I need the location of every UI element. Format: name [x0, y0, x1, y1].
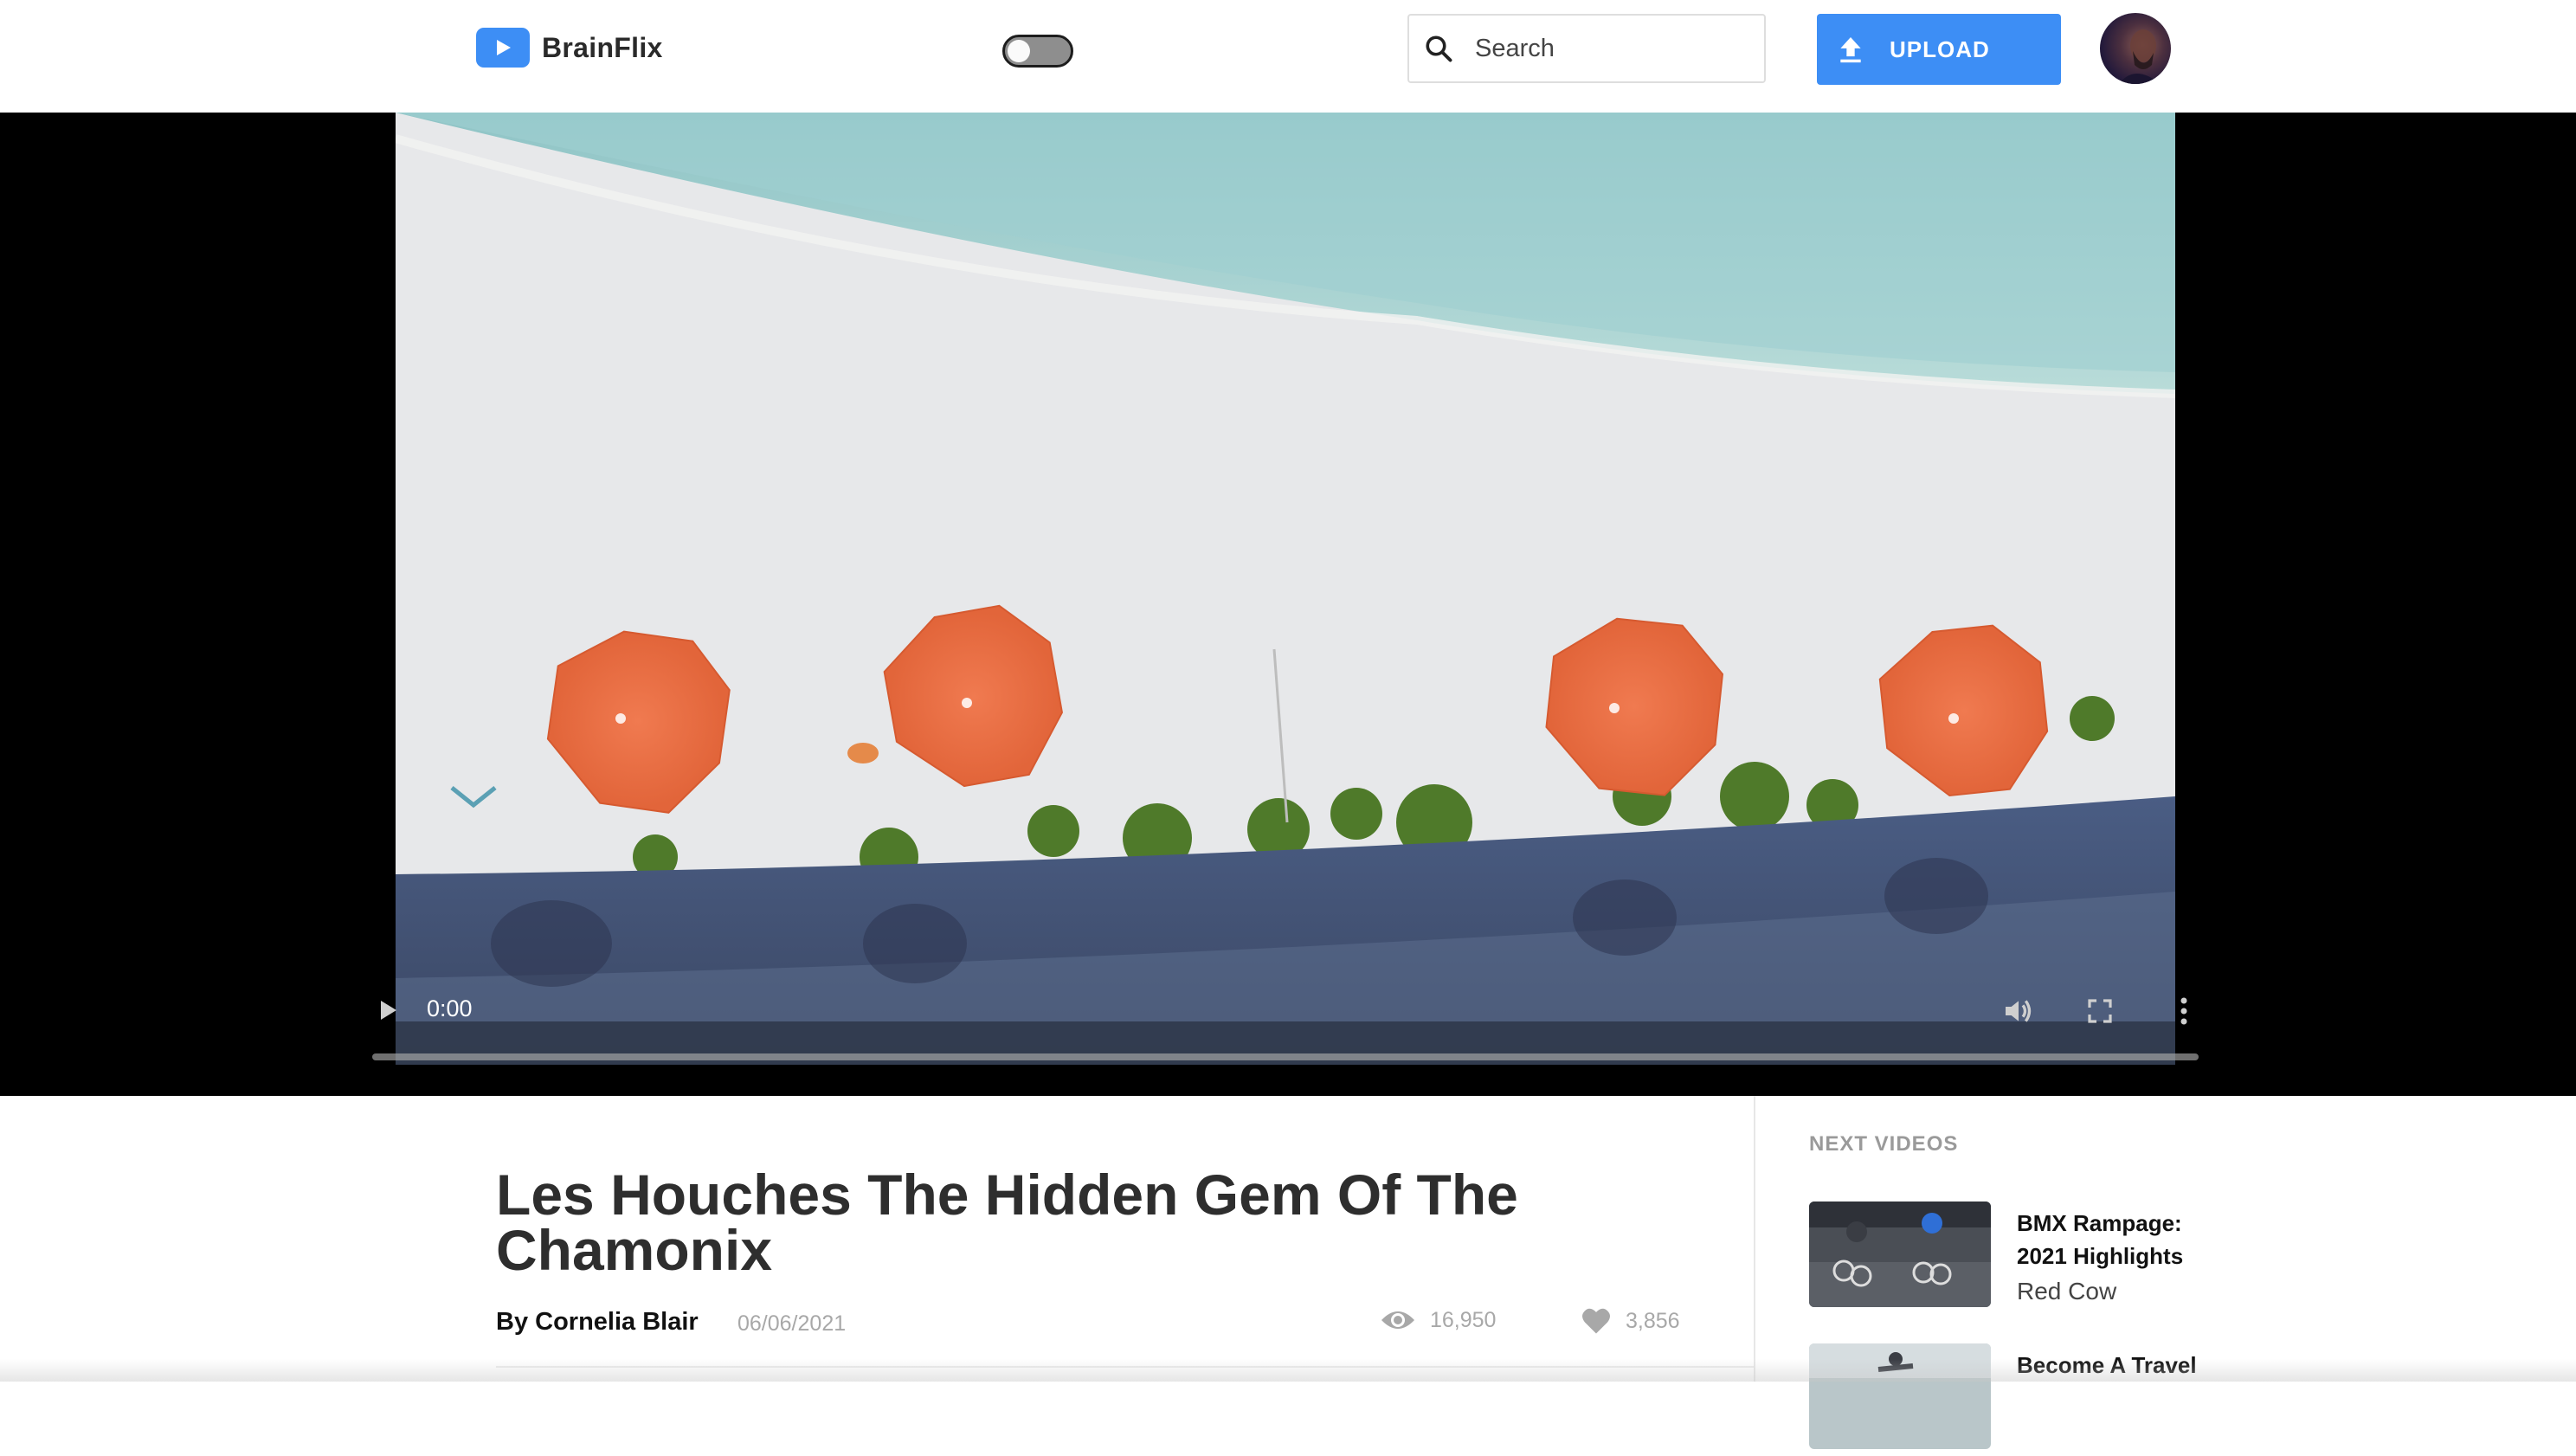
video-author: By Cornelia Blair	[496, 1308, 699, 1336]
views-value: 16,950	[1430, 1307, 1497, 1332]
volume-icon[interactable]	[2001, 994, 2036, 1028]
search-input[interactable]	[1475, 34, 1735, 63]
sidebar-divider	[1754, 1096, 1755, 1382]
eye-icon	[1381, 1311, 1414, 1329]
next-videos-heading: NEXT VIDEOS	[1809, 1132, 1959, 1156]
toggle-knob	[1008, 40, 1030, 62]
search-box[interactable]	[1407, 14, 1766, 83]
next-video-thumbnail	[1809, 1202, 1991, 1307]
video-title: Les Houches The Hidden Gem Of The Chamon…	[496, 1163, 1518, 1282]
likes-value: 3,856	[1626, 1308, 1680, 1333]
current-time: 0:00	[427, 995, 473, 1021]
fullscreen-icon[interactable]	[2086, 997, 2114, 1025]
bottom-fade	[0, 1359, 2576, 1382]
top-nav: BrainFlix UPLOAD	[0, 0, 2576, 113]
upload-button[interactable]: UPLOAD	[1817, 14, 2061, 85]
like-count[interactable]: 3,856	[1581, 1307, 1680, 1335]
play-icon[interactable]	[377, 997, 400, 1023]
video-date: 06/06/2021	[737, 1311, 847, 1336]
video-player[interactable]: 0:00	[0, 113, 2576, 1096]
more-vertical-icon[interactable]	[2176, 994, 2192, 1028]
next-video-item[interactable]: BMX Rampage: 2021 Highlights Red Cow	[1809, 1202, 2294, 1314]
upload-icon	[1836, 32, 1865, 67]
play-logo-icon	[476, 28, 530, 68]
user-avatar-icon[interactable]	[2100, 13, 2171, 84]
progress-scrubber[interactable]	[372, 1053, 2199, 1060]
upload-label: UPLOAD	[1890, 35, 1990, 62]
heart-icon	[1582, 1308, 1610, 1334]
theme-toggle[interactable]	[1002, 35, 1073, 68]
next-video-channel: Red Cow	[2017, 1278, 2117, 1305]
next-video-title: BMX Rampage: 2021 Highlights	[2017, 1210, 2184, 1269]
view-count: 16,950	[1380, 1307, 1496, 1333]
brainflix-logo[interactable]: BrainFlix	[476, 28, 663, 68]
search-icon	[1421, 31, 1456, 66]
app-name: BrainFlix	[542, 31, 663, 63]
video-details: Les Houches The Hidden Gem Of The Chamon…	[0, 1096, 2576, 1449]
video-poster-image	[396, 113, 2175, 1065]
